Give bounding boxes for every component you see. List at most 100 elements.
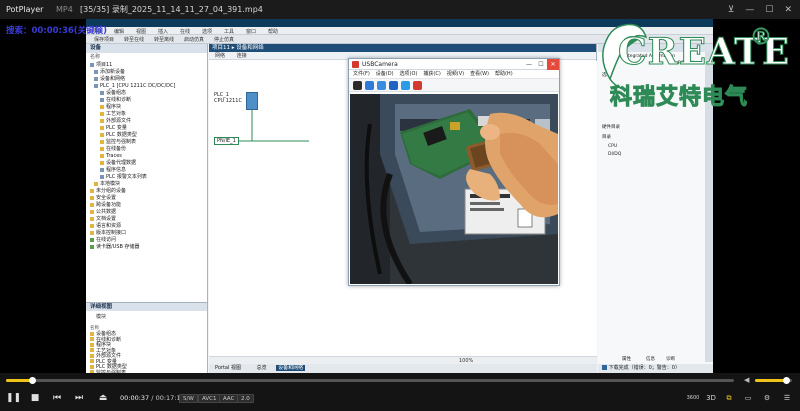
video-area[interactable]: 项目 编辑 视图 插入 在线 选项 工具 窗口 帮助 保存项目 转至在线 转至离线 启动仿真 停止仿真 … [0,19,800,373]
tree-item[interactable]: 设备代理数据 [100,160,136,166]
seek-bar[interactable] [6,377,734,384]
camera-toolbar-icon[interactable] [353,80,362,90]
tree-item[interactable]: 设备和网络 [94,76,125,82]
tree-item[interactable]: 监控与强制表 [100,139,136,145]
tree-item[interactable]: 工艺对象 [100,111,126,117]
vr-360-button[interactable]: 3600 [686,393,700,403]
menu-icon[interactable]: ☰ [780,393,794,403]
tree-item[interactable]: 本地模块 [94,181,120,187]
audio-codec-badge[interactable]: AAC [219,394,239,403]
tree-item[interactable]: 跨设备功能 [90,202,121,208]
camera-menu-item[interactable]: 文件(F) [353,71,370,77]
tree-item[interactable]: 公共数据 [90,209,116,215]
info-tab[interactable]: 信息 [646,356,655,362]
next-button[interactable]: ⏭ [72,392,86,404]
tree-item[interactable]: PLC 报警文本列表 [100,174,147,180]
tree-item[interactable]: 读卡器/USB 存储器 [90,244,140,250]
tree-item[interactable]: 在线访问 [90,237,116,243]
3d-button[interactable]: 3D [704,393,718,403]
detail-view-title: 详细视图 [86,303,207,311]
network-button[interactable]: 网络 [215,53,225,59]
camera-menu-item[interactable]: 选项(O) [400,71,418,77]
video-codec-badge[interactable]: AVC1 [198,394,221,403]
connections-button[interactable]: 连接 [237,53,247,59]
playlist-icon[interactable]: ▭ [741,393,755,403]
seek-handle[interactable] [29,377,37,384]
previous-button[interactable]: ⏮ [50,392,64,404]
tree-item[interactable]: 项目11 [90,62,112,68]
tia-menu-item[interactable]: 编辑 [114,28,124,35]
tree-item[interactable]: PLC_1 [CPU 1211C DC/DC/DC] [94,83,175,89]
volume-icon[interactable]: ◀ [744,376,749,384]
stop-button[interactable]: ■ [28,392,42,404]
tia-menu-item[interactable]: 插入 [158,28,168,35]
camera-menu-item[interactable]: 帮助(H) [495,71,513,77]
volume-slider[interactable] [755,377,792,384]
player-app-name[interactable]: PotPlayer [0,5,56,14]
detail-tab-modules[interactable]: 模块 [96,313,106,320]
tia-toolbar-button[interactable]: 启动仿真 [184,36,204,43]
pause-button[interactable]: ❚❚ [6,392,21,404]
camera-minimize-button[interactable]: — [523,59,535,70]
tree-item[interactable]: 未分组的设备 [90,188,126,194]
camera-menu-item[interactable]: 视频(V) [447,71,464,77]
tree-item[interactable]: PLC 变量 [100,125,127,131]
camera-menu-item[interactable]: 查看(W) [470,71,489,77]
hardware-catalog-label[interactable]: 硬件目录 [602,124,620,130]
minimize-button[interactable]: — [745,5,754,15]
tree-item[interactable]: 版本控制接口 [90,230,126,236]
tree-item[interactable]: 文档设置 [90,216,116,222]
editor-tab[interactable]: 项目11 ▸ 设备和网络 [209,44,596,52]
tree-item[interactable]: 设备组态 [100,90,126,96]
camera-toolbar-icon[interactable] [413,80,422,90]
overview-tab[interactable]: 总览 [257,365,267,371]
tree-item[interactable]: 程序信息 [100,167,126,173]
tree-item[interactable]: Traces [100,153,122,159]
pin-icon[interactable]: ⊻ [728,5,735,15]
tia-menu-item[interactable]: 在线 [180,28,190,35]
time-display[interactable]: 00:00:37 / 00:17:16 [120,394,185,402]
camera-close-button[interactable]: ✕ [547,59,559,70]
device-network-tab[interactable]: 设备和网络 [276,365,306,371]
camera-toolbar-icon[interactable] [389,80,398,90]
tia-toolbar-button[interactable]: 转至在线 [124,36,144,43]
tia-menu-item[interactable]: 工具 [224,28,234,35]
tree-item[interactable]: 外部源文件 [100,118,131,124]
volume-handle[interactable] [783,377,790,384]
tree-item[interactable]: 语言和资源 [90,223,121,229]
audio-channels-badge[interactable]: 2.0 [237,394,254,403]
portal-view-button[interactable]: Portal 视图 [215,365,241,371]
camera-toolbar-icon[interactable] [401,80,410,90]
tia-menu-item[interactable]: 窗口 [246,28,256,35]
camera-toolbar-icon[interactable] [365,80,374,90]
decoder-badge[interactable]: S/W [179,394,198,403]
camera-maximize-button[interactable]: ☐ [535,59,547,70]
tree-item[interactable]: 安全设置 [90,195,116,201]
tree-item[interactable]: 在线和诊断 [100,97,131,103]
eject-button[interactable]: ⏏ [96,392,110,404]
tia-toolbar-button[interactable]: 保存项目 [94,36,114,43]
tree-item[interactable]: PLC 数据类型 [100,132,137,138]
capture-icon[interactable]: ⧉ [722,393,736,403]
camera-menu-item[interactable]: 捕获(C) [423,71,440,77]
properties-tab[interactable]: 属性 [622,356,631,362]
tia-menu-item[interactable]: 视图 [136,28,146,35]
tree-item[interactable]: 添加新设备 [94,69,125,75]
tree-item[interactable]: 程序块 [100,104,121,110]
catalog-dido[interactable]: DI/DQ [608,152,621,157]
camera-toolbar-icon[interactable] [377,80,386,90]
tree-item[interactable]: 在线备份 [100,146,126,152]
diagnostics-tab[interactable]: 诊断 [666,356,675,362]
pn-ie-subnet-label[interactable]: PN/IE_1 [214,137,239,145]
settings-icon[interactable]: ⚙ [760,393,774,403]
tia-toolbar-button[interactable]: 转至离线 [154,36,174,43]
close-button[interactable]: ✕ [784,5,792,15]
catalog-cpu[interactable]: CPU [608,144,617,149]
maximize-button[interactable]: ☐ [765,5,773,15]
camera-menu-item[interactable]: 设备(D) [376,71,394,77]
tia-toolbar-button[interactable]: 停止仿真 [214,36,234,43]
catalog-label[interactable]: 目录 [602,134,611,140]
tia-menu-item[interactable]: 选项 [202,28,212,35]
tia-menu-item[interactable]: 帮助 [268,28,278,35]
checkbox-icon[interactable] [602,365,607,370]
